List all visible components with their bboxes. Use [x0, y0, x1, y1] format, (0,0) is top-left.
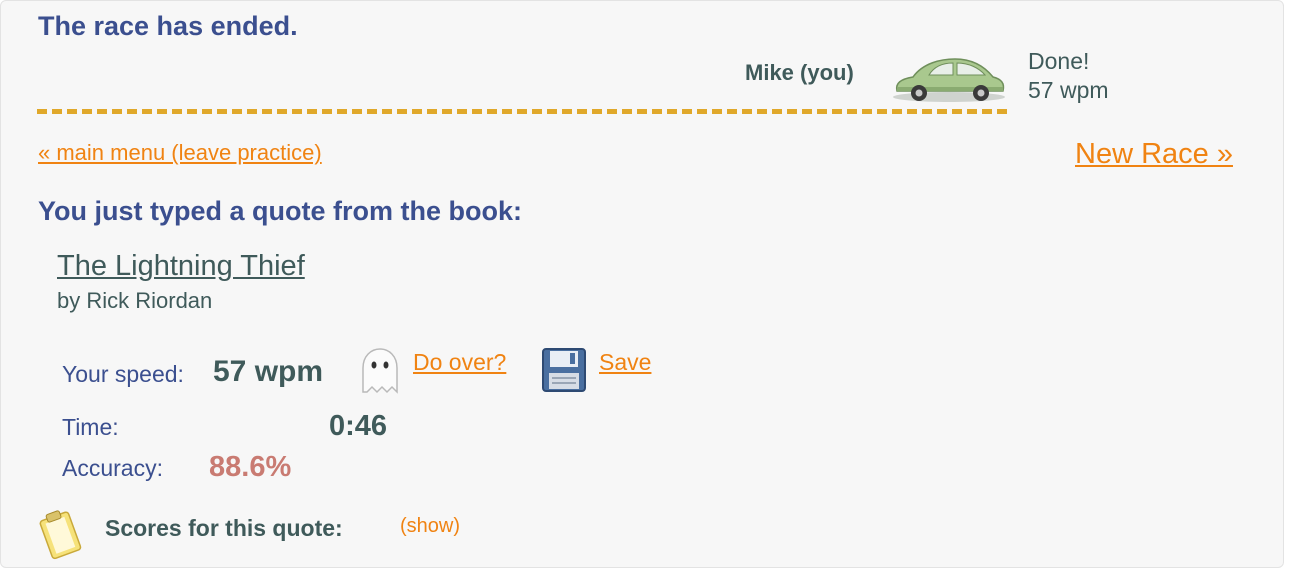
main-menu-link[interactable]: « main menu (leave practice): [38, 140, 322, 166]
book-author: by Rick Riordan: [57, 288, 213, 313]
do-over-link[interactable]: Do over?: [413, 349, 506, 376]
clipboard-icon: [39, 510, 82, 560]
scores-label: Scores for this quote:: [105, 515, 343, 541]
save-link[interactable]: Save: [599, 349, 651, 376]
accuracy-value: 88.6%: [209, 451, 292, 483]
speed-value: 57 wpm: [213, 355, 324, 388]
racer-state: Done!: [1028, 48, 1090, 74]
racer-name: Mike (you): [745, 60, 854, 85]
racer-wpm: 57 wpm: [1028, 77, 1109, 103]
race-track-line: [37, 109, 1007, 114]
new-race-link[interactable]: New Race »: [1075, 138, 1233, 171]
book-title-link[interactable]: The Lightning Thief: [57, 250, 305, 283]
floppy-disk-icon[interactable]: [541, 347, 587, 393]
race-results-panel: The race has ended. Mike (you) Done! 57 …: [0, 0, 1284, 568]
car-icon: [893, 58, 1005, 102]
time-label: Time:: [62, 414, 119, 440]
ghost-icon[interactable]: [355, 346, 405, 394]
time-value: 0:46: [329, 410, 388, 442]
quote-source-heading: You just typed a quote from the book:: [38, 196, 522, 226]
accuracy-label: Accuracy:: [62, 455, 163, 481]
racer-progress: Done! 57 wpm: [1028, 47, 1109, 105]
race-status-title: The race has ended.: [38, 11, 298, 41]
speed-label: Your speed:: [62, 361, 184, 387]
scores-show-toggle[interactable]: (show): [400, 515, 460, 538]
